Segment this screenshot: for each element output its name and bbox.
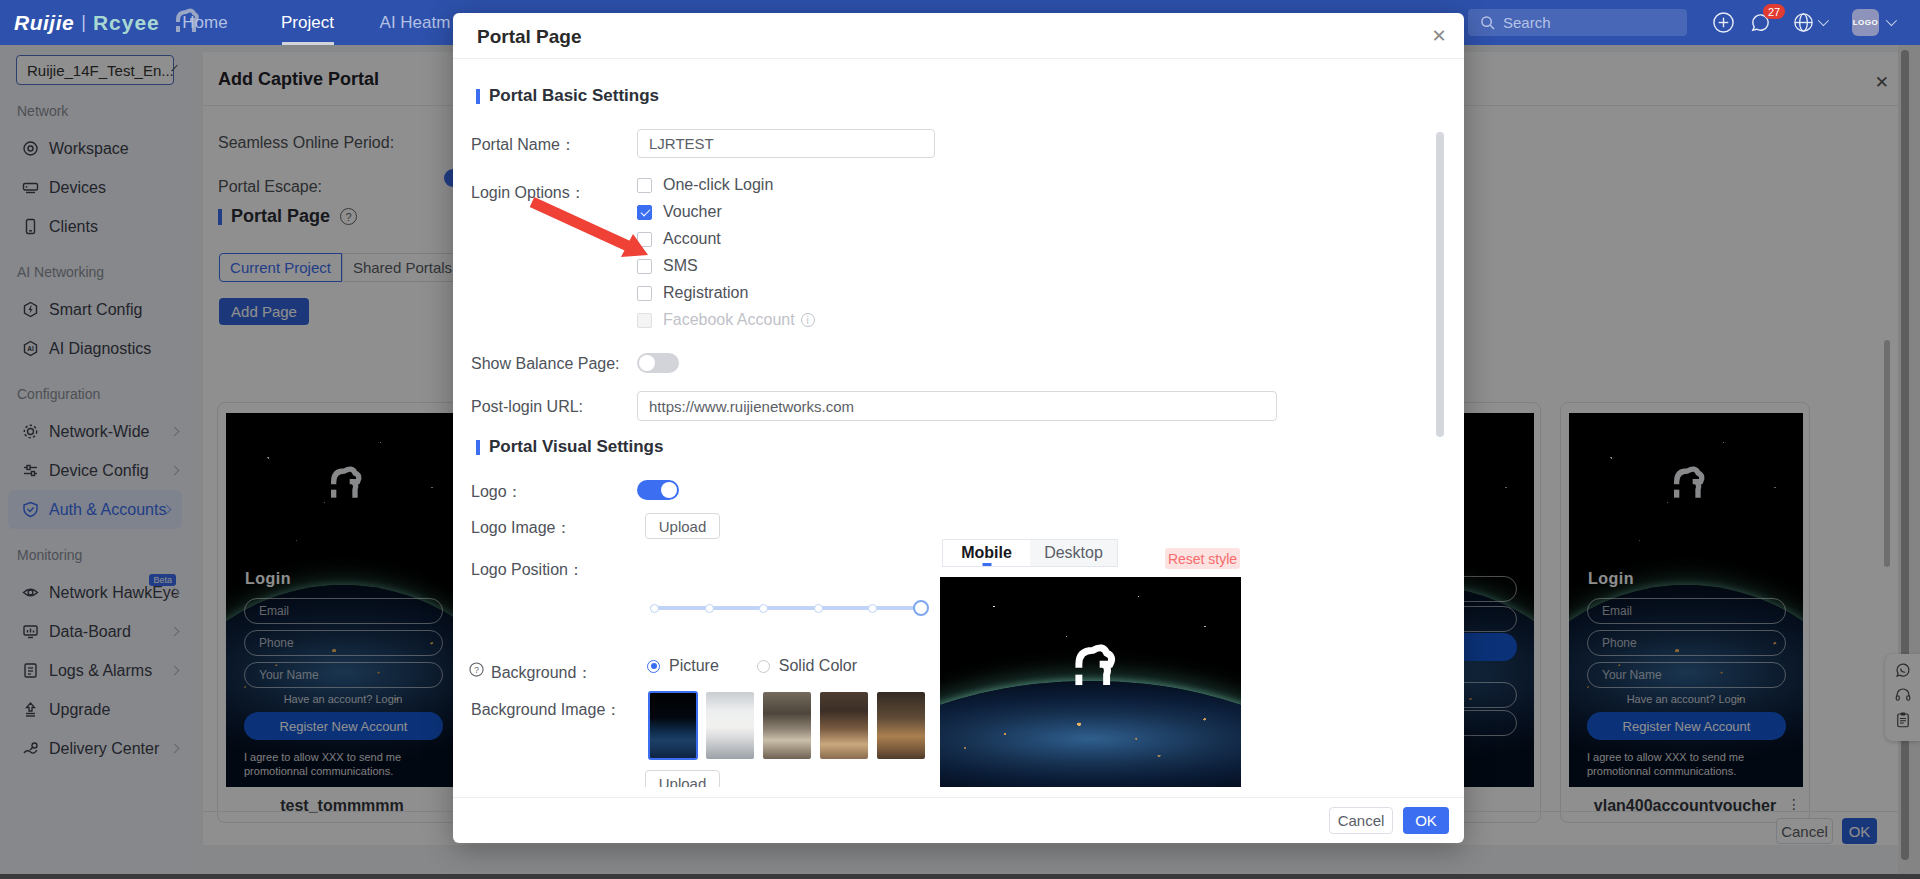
- svg-text:?: ?: [474, 665, 479, 675]
- login-option-registration[interactable]: Registration: [637, 284, 748, 302]
- tab-mobile[interactable]: Mobile: [943, 540, 1030, 566]
- brand-reyee: Rcyee: [93, 11, 160, 35]
- tab-desktop[interactable]: Desktop: [1030, 540, 1117, 566]
- modal-ok-button[interactable]: OK: [1403, 807, 1449, 834]
- portal-preview: Voucher Login: [940, 577, 1241, 787]
- reset-style-button[interactable]: Reset style: [1165, 548, 1240, 569]
- annotation-arrow: [513, 195, 673, 285]
- logo-image-label: Logo Image：: [471, 518, 572, 539]
- help-icon: ?: [469, 662, 484, 677]
- search-input[interactable]: Search: [1468, 9, 1687, 36]
- thumbnail-coffee-shop[interactable]: [820, 692, 868, 759]
- solid-color-radio[interactable]: [757, 660, 770, 673]
- login-option-facebook-account[interactable]: Facebook Accounti: [637, 311, 815, 329]
- post-login-url-input[interactable]: https://www.ruijienetworks.com: [637, 391, 1277, 421]
- background-upload-button[interactable]: Upload: [645, 770, 720, 787]
- preview-device-tabs: Mobile Desktop: [942, 539, 1118, 567]
- language-globe-icon[interactable]: [1792, 0, 1815, 45]
- checkbox[interactable]: [637, 313, 652, 328]
- background-radio-group: Picture Solid Color: [647, 657, 857, 675]
- picture-radio[interactable]: [647, 660, 660, 673]
- portal-name-label: Portal Name：: [471, 135, 576, 156]
- portal-name-input[interactable]: LJRTEST: [637, 129, 935, 158]
- nav-item-home[interactable]: Home: [160, 0, 250, 45]
- add-icon[interactable]: [1712, 0, 1735, 45]
- basic-settings-section: Portal Basic Settings: [476, 86, 659, 106]
- thumbnail-bedroom[interactable]: [763, 692, 811, 759]
- chevron-down-icon: [1818, 15, 1829, 26]
- post-login-url-label: Post-login URL:: [471, 398, 583, 416]
- show-balance-label: Show Balance Page:: [471, 355, 620, 373]
- notification-badge: 27: [1763, 4, 1785, 19]
- solid-color-radio-label: Solid Color: [779, 657, 857, 675]
- thumbnail-meeting-room[interactable]: [706, 692, 754, 759]
- logo-position-slider[interactable]: [650, 598, 930, 618]
- visual-settings-section: Portal Visual Settings: [476, 437, 663, 457]
- info-icon: i: [801, 313, 815, 327]
- modal-header: Portal Page ✕: [453, 13, 1464, 59]
- thumbnail-earth-night[interactable]: [649, 692, 697, 759]
- thumbnail-restaurant[interactable]: [877, 692, 925, 759]
- nav-menu: HomeProjectAI Heatm: [160, 0, 465, 45]
- ruijie-logo-icon: [1065, 637, 1117, 699]
- logo-upload-button[interactable]: Upload: [645, 513, 720, 539]
- modal-body: Portal Basic Settings Portal Name： LJRTE…: [453, 60, 1464, 787]
- close-icon[interactable]: ✕: [1429, 26, 1449, 46]
- chevron-down-icon: [1886, 15, 1897, 26]
- logo-position-label: Logo Position：: [471, 560, 584, 581]
- avatar[interactable]: LOGO: [1852, 9, 1879, 36]
- brand-ruijie: Ruijie: [14, 11, 74, 35]
- search-placeholder: Search: [1503, 14, 1551, 31]
- background-image-label: Background Image：: [471, 700, 621, 721]
- app-root: Ruijie | Rcyee HomeProjectAI Heatm Searc…: [0, 0, 1920, 879]
- logo-toggle[interactable]: [637, 480, 679, 500]
- modal-footer: Cancel OK: [453, 797, 1464, 843]
- login-option-one-click-login[interactable]: One-click Login: [637, 176, 773, 194]
- nav-item-ai-heatm[interactable]: AI Heatm: [365, 0, 465, 45]
- background-label: Background：: [491, 663, 592, 684]
- background-thumbnails: [649, 692, 934, 760]
- checkbox[interactable]: [637, 178, 652, 193]
- search-icon: [1480, 15, 1495, 30]
- checkbox[interactable]: [637, 286, 652, 301]
- portal-page-modal: Portal Page ✕ Portal Basic Settings Port…: [453, 13, 1464, 843]
- nav-item-project[interactable]: Project: [250, 0, 365, 45]
- show-balance-toggle[interactable]: [637, 353, 679, 373]
- modal-cancel-button[interactable]: Cancel: [1329, 807, 1393, 834]
- modal-title: Portal Page: [477, 26, 582, 48]
- bottom-strip: [0, 874, 1920, 879]
- picture-radio-label: Picture: [669, 657, 719, 675]
- modal-scrollbar[interactable]: [1436, 132, 1444, 437]
- logo-label: Logo：: [471, 482, 523, 503]
- brand-separator: |: [81, 12, 86, 33]
